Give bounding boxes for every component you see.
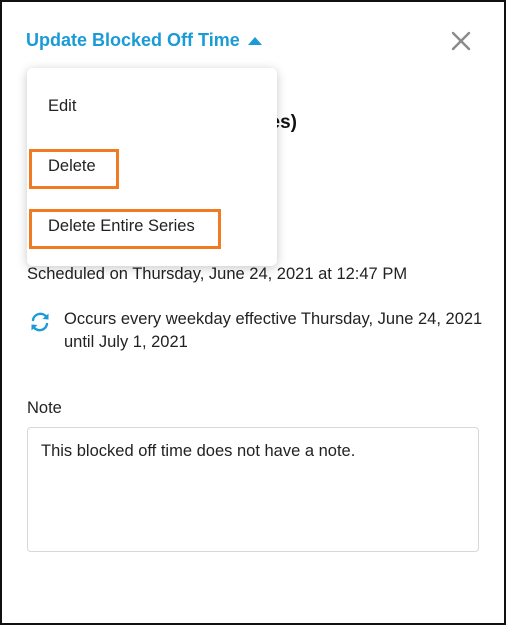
recurrence-row: Occurs every weekday effective Thursday,… xyxy=(27,308,487,354)
note-field: This blocked off time does not have a no… xyxy=(27,427,479,552)
note-label: Note xyxy=(27,399,62,417)
update-blocked-off-time-dropdown-trigger[interactable]: Update Blocked Off Time xyxy=(26,30,262,51)
menu-item-edit[interactable]: Edit xyxy=(48,97,76,116)
delete-highlight-box xyxy=(29,149,119,189)
scheduled-text: Scheduled on Thursday, June 24, 2021 at … xyxy=(27,265,408,283)
caret-up-icon xyxy=(247,37,262,45)
delete-entire-series-highlight-box xyxy=(29,209,221,249)
close-button[interactable] xyxy=(450,30,472,52)
sync-icon xyxy=(31,312,49,332)
header-title: Update Blocked Off Time xyxy=(26,30,240,50)
close-icon xyxy=(451,31,471,51)
recurrence-text: Occurs every weekday effective Thursday,… xyxy=(64,310,483,351)
blocked-off-time-panel: Update Blocked Off Time nutes) Scheduled… xyxy=(0,0,506,625)
action-menu: Edit Delete Delete Entire Series xyxy=(27,68,277,266)
